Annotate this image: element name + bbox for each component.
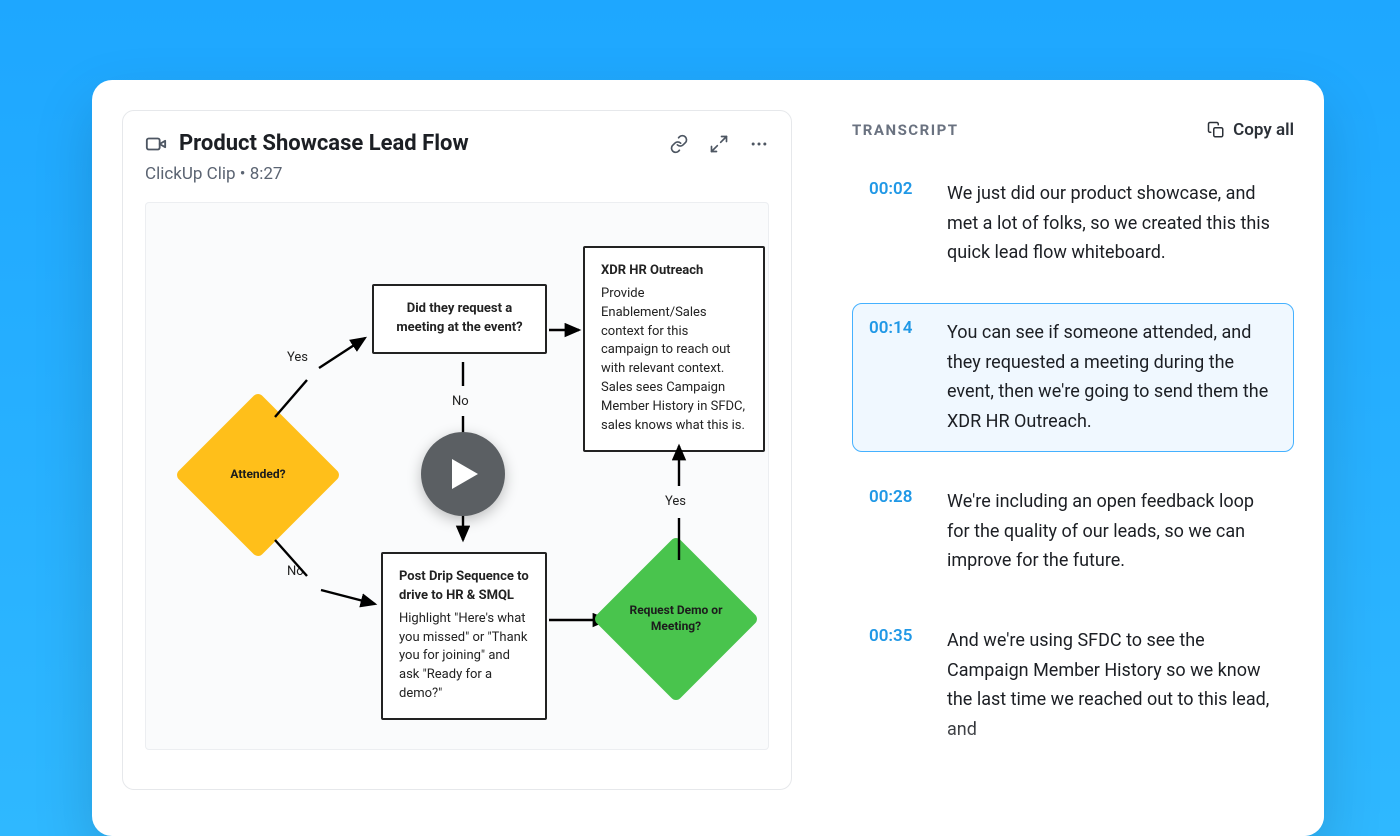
video-pane: Product Showcase Lead Flow ClickUp Clip … — [92, 80, 812, 836]
post-drip-body: Highlight "Here's what you missed" or "T… — [399, 611, 527, 701]
request-meeting-label: Did they request a meeting at the event? — [396, 301, 522, 335]
video-title: Product Showcase Lead Flow — [179, 131, 469, 156]
transcript-row[interactable]: 00:35 And we're using SFDC to see the Ca… — [852, 611, 1294, 760]
transcript-time: 00:28 — [869, 487, 923, 576]
play-button[interactable] — [421, 432, 505, 516]
copy-all-button[interactable]: Copy all — [1207, 120, 1294, 140]
expand-icon[interactable] — [709, 134, 729, 154]
transcript-time: 00:02 — [869, 179, 923, 268]
video-card-header: Product Showcase Lead Flow — [145, 131, 769, 156]
diagram-node-attended: Attended? — [199, 416, 317, 534]
diagram-node-xdr: XDR HR Outreach Provide Enablement/Sales… — [583, 246, 765, 452]
diagram-node-post-drip: Post Drip Sequence to drive to HR & SMQL… — [381, 552, 547, 720]
transcript-row[interactable]: 00:14 You can see if someone attended, a… — [852, 303, 1294, 452]
transcript-pane: TRANSCRIPT Copy all 00:02 We just did ou… — [812, 80, 1324, 836]
transcript-text: We just did our product showcase, and me… — [947, 179, 1277, 268]
transcript-title: TRANSCRIPT — [852, 121, 959, 139]
attended-label: Attended? — [218, 467, 297, 483]
video-sep: • — [236, 164, 250, 184]
video-actions — [669, 134, 769, 154]
video-frame[interactable]: Attended? Yes No Did they request a meet… — [145, 202, 769, 750]
diagram-node-request-meeting: Did they request a meeting at the event? — [372, 284, 547, 354]
video-title-row: Product Showcase Lead Flow — [145, 131, 469, 156]
copy-all-label: Copy all — [1233, 120, 1294, 140]
video-icon — [145, 133, 167, 155]
video-duration: 8:27 — [250, 164, 283, 184]
transcript-row[interactable]: 00:02 We just did our product showcase, … — [852, 164, 1294, 283]
transcript-text: And we're using SFDC to see the Campaign… — [947, 626, 1277, 745]
copy-icon — [1207, 121, 1225, 139]
app-window: Product Showcase Lead Flow ClickUp Clip … — [92, 80, 1324, 836]
xdr-body: Provide Enablement/Sales context for thi… — [601, 286, 745, 433]
video-source: ClickUp Clip — [145, 164, 236, 184]
transcript-time: 00:14 — [869, 318, 923, 437]
transcript-text: You can see if someone attended, and the… — [947, 318, 1277, 437]
link-icon[interactable] — [669, 134, 689, 154]
diagram-node-request-demo: Request Demo or Meeting? — [617, 560, 735, 678]
video-subtitle: ClickUp Clip • 8:27 — [145, 164, 769, 184]
transcript-time: 00:35 — [869, 626, 923, 745]
video-card: Product Showcase Lead Flow ClickUp Clip … — [122, 110, 792, 790]
transcript-header: TRANSCRIPT Copy all — [852, 120, 1294, 140]
xdr-title: XDR HR Outreach — [601, 262, 747, 281]
more-icon[interactable] — [749, 134, 769, 154]
transcript-row[interactable]: 00:28 We're including an open feedback l… — [852, 472, 1294, 591]
post-drip-title: Post Drip Sequence to drive to HR & SMQL — [399, 568, 529, 606]
request-demo-label: Request Demo or Meeting? — [617, 603, 735, 634]
transcript-list: 00:02 We just did our product showcase, … — [852, 164, 1294, 760]
transcript-text: We're including an open feedback loop fo… — [947, 487, 1277, 576]
